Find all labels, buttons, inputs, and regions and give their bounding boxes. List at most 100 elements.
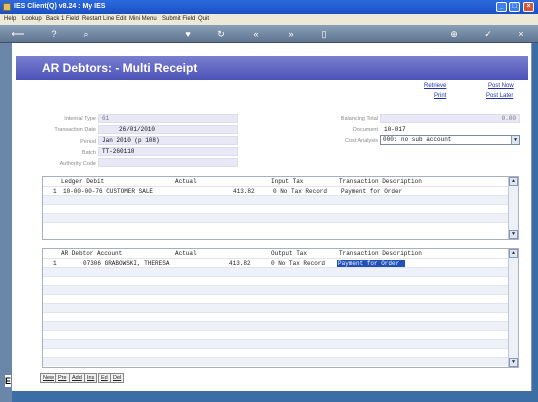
retrieve-link[interactable]: Retrieve [424, 83, 446, 89]
menu-submit-field[interactable]: Submit Field [162, 16, 195, 22]
side-panel-icon[interactable]: E [5, 375, 11, 387]
table-row[interactable] [43, 303, 509, 312]
insert-button[interactable]: Ins [84, 373, 98, 383]
app-icon [3, 3, 11, 11]
close-icon[interactable]: × [515, 28, 527, 40]
table-row[interactable] [43, 285, 509, 294]
row-tax[interactable]: 0 No Tax Record [273, 188, 327, 195]
page-title: AR Debtors: - Multi Receipt [42, 61, 198, 75]
menu-help[interactable]: Help [4, 16, 16, 22]
row-account[interactable]: 07306 GRABOWSKI, THERESA [83, 260, 169, 267]
row-description[interactable]: Payment for Order [341, 188, 402, 195]
close-window-button[interactable]: × [523, 2, 534, 12]
document-label: Document [352, 127, 378, 133]
row-description[interactable]: Payment for Order [337, 260, 405, 267]
search-icon[interactable]: ⌕ [80, 28, 92, 40]
internal-type-field: 61 [98, 114, 238, 123]
table-row[interactable] [43, 294, 509, 303]
help-icon[interactable]: ? [48, 28, 60, 40]
transaction-date-label: Transaction Date [54, 127, 96, 133]
menu-mini-menu[interactable]: Mini Menu [129, 16, 157, 22]
col-ledger-debit: Ledger Debit [61, 178, 105, 185]
table-row[interactable] [43, 357, 509, 366]
table-row[interactable]: 1 07306 GRABOWSKI, THERESA 413.82 0 No T… [43, 258, 509, 267]
ledger-debit-grid: Ledger Debit Actual Input Tax Transactio… [42, 176, 519, 240]
title-bar: IES Client(Q) v8.24 : My IES _ □ × [0, 0, 538, 14]
table-row[interactable] [43, 195, 509, 204]
toolbar: ⟵ ? ⌕ ♥ ↻ « » ▯ ⊕ ✓ × [0, 25, 538, 43]
row-line-number: 1 [53, 188, 57, 195]
authority-code-label: Authority Code [59, 161, 96, 167]
row-actual[interactable]: 413.82 [233, 188, 255, 195]
menu-restart-line-edit[interactable]: Restart Line Edit [82, 16, 126, 22]
scroll-down-icon[interactable]: ▼ [509, 358, 518, 367]
balancing-total-field: 0.00 [380, 114, 520, 123]
menu-bar: Help Lookup Back 1 Field Restart Line Ed… [0, 14, 538, 25]
cost-analysis-value: 000: no sub account [383, 136, 452, 143]
document-field[interactable]: 10-017 [380, 125, 520, 134]
table-row[interactable]: 1 10-00-00-76 CUSTOMER SALE 413.82 0 No … [43, 186, 509, 195]
table-row[interactable] [43, 339, 509, 348]
table-row[interactable] [43, 321, 509, 330]
clipboard-icon[interactable]: ▯ [318, 28, 330, 40]
table-row[interactable] [43, 267, 509, 276]
menu-back-1-field[interactable]: Back 1 Field [46, 16, 79, 22]
period-field[interactable]: Jan 2010 (p 108) [98, 136, 238, 145]
row-line-number: 1 [53, 260, 57, 267]
ledger-grid-header: Ledger Debit Actual Input Tax Transactio… [43, 177, 509, 186]
post-later-link[interactable]: Post Later [486, 93, 513, 99]
balancing-total-label: Balancing Total [340, 116, 378, 122]
maximize-button[interactable]: □ [509, 2, 520, 12]
table-row[interactable] [43, 330, 509, 339]
minimize-button[interactable]: _ [496, 2, 507, 12]
table-row[interactable] [43, 204, 509, 213]
period-label: Period [80, 139, 96, 145]
add-icon[interactable]: ⊕ [448, 28, 460, 40]
table-row[interactable] [43, 348, 509, 357]
internal-type-label: Internal Type [64, 116, 96, 122]
check-icon[interactable]: ✓ [482, 28, 494, 40]
col-transaction-description: Transaction Description [339, 250, 422, 257]
add-button[interactable]: Add [69, 373, 85, 383]
cost-analysis-select[interactable]: 000: no sub account ▼ [380, 135, 520, 145]
form-panel: AR Debtors: - Multi Receipt Retrieve Pos… [12, 43, 532, 391]
rewind-icon[interactable]: « [250, 28, 262, 40]
back-arrow-icon[interactable]: ⟵ [8, 28, 28, 40]
menu-lookup[interactable]: Lookup [22, 16, 42, 22]
debtor-grid-header: AR Debtor Account Actual Output Tax Tran… [43, 249, 509, 258]
window-title: IES Client(Q) v8.24 : My IES [14, 3, 106, 10]
table-row[interactable] [43, 222, 509, 231]
print-link[interactable]: Print [434, 93, 446, 99]
chevron-down-icon[interactable]: ▼ [511, 136, 519, 144]
heart-icon[interactable]: ♥ [182, 28, 194, 40]
post-now-link[interactable]: Post Now [488, 83, 514, 89]
table-row[interactable] [43, 312, 509, 321]
scroll-up-icon[interactable]: ▲ [509, 249, 518, 258]
scroll-down-icon[interactable]: ▼ [509, 230, 518, 239]
edit-button[interactable]: Ed [98, 373, 111, 383]
table-row[interactable] [43, 213, 509, 222]
side-strip: E [0, 43, 12, 402]
ledger-scrollbar[interactable]: ▲ ▼ [508, 177, 518, 239]
col-actual: Actual [175, 178, 197, 185]
ar-debtor-grid: AR Debtor Account Actual Output Tax Tran… [42, 248, 519, 368]
cost-analysis-label: Cost Analysis [344, 138, 378, 144]
delete-button[interactable]: Del [110, 373, 125, 383]
authority-code-field[interactable] [98, 158, 238, 167]
previous-button[interactable]: Pre [55, 373, 70, 383]
transaction-date-field[interactable]: 26/01/2010 [98, 125, 238, 134]
table-row[interactable] [43, 276, 509, 285]
col-actual: Actual [175, 250, 197, 257]
col-transaction-description: Transaction Description [339, 178, 422, 185]
menu-quit[interactable]: Quit [198, 16, 209, 22]
batch-field[interactable]: TT-260110 [98, 147, 238, 156]
fast-forward-icon[interactable]: » [285, 28, 297, 40]
scroll-up-icon[interactable]: ▲ [509, 177, 518, 186]
col-output-tax: Output Tax [271, 250, 308, 257]
row-actual[interactable]: 413.82 [229, 260, 251, 267]
form-header: AR Debtors: - Multi Receipt [16, 56, 528, 80]
row-tax[interactable]: 0 No Tax Record [271, 260, 325, 267]
row-account[interactable]: 10-00-00-76 CUSTOMER SALE [63, 188, 153, 195]
debtor-scrollbar[interactable]: ▲ ▼ [508, 249, 518, 367]
refresh-icon[interactable]: ↻ [215, 28, 227, 40]
